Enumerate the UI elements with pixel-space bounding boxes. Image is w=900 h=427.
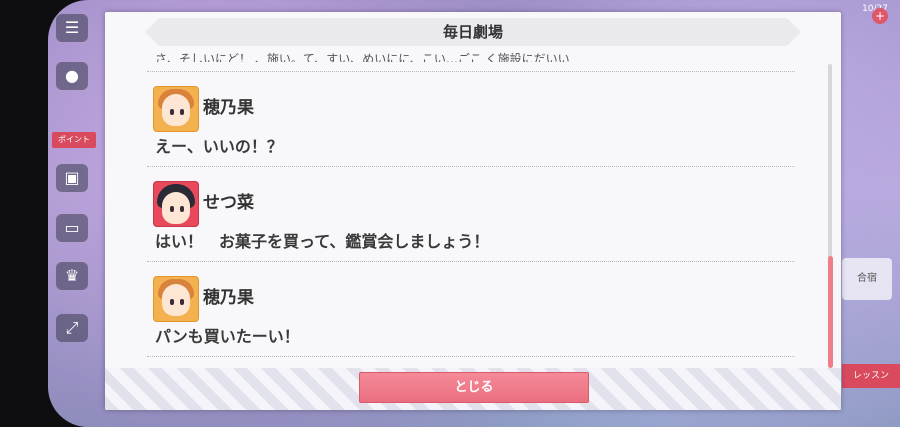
message-item: 穂乃果 えー、いいの！？ <box>147 86 795 178</box>
divider <box>147 166 795 167</box>
side-lesson-button[interactable]: レッスン <box>842 364 900 388</box>
dialog-title: 毎日劇場 <box>442 23 503 41</box>
avatar-setsuna <box>153 181 199 227</box>
avatar-honoka <box>153 86 199 132</box>
message-text: えー、いいの！？ <box>155 137 283 156</box>
trophy-icon[interactable]: ♛ <box>56 262 88 290</box>
close-button[interactable]: とじる <box>359 372 589 403</box>
cut-off-message: さ、そしいにど！ 、施い。て、すい、めいにに、こい…ごこ く施設にだいい <box>155 52 570 62</box>
side-card-camp[interactable]: 合宿 <box>842 258 892 300</box>
menu-icon[interactable]: ☰ <box>56 14 88 42</box>
divider <box>147 356 795 357</box>
dialog-title-bar: 毎日劇場 <box>145 18 801 46</box>
screen-icon[interactable]: ▭ <box>56 214 88 242</box>
message-log[interactable]: さ、そしいにど！ 、施い。て、すい、めいにに、こい…ごこ く施設にだいい 穂乃果… <box>147 48 797 370</box>
message-item: せつ菜 はい！ お菓子を買って、鑑賞会しましょう！ <box>147 181 795 273</box>
speaker-name: せつ菜 <box>203 193 254 213</box>
points-badge[interactable]: ポイント <box>52 132 96 148</box>
divider <box>147 71 795 72</box>
gift-icon[interactable]: ▣ <box>56 164 88 192</box>
chat-icon[interactable]: ● <box>56 62 88 90</box>
add-icon[interactable]: + <box>872 8 888 24</box>
daily-theater-dialog: 毎日劇場 さ、そしいにど！ 、施い。て、すい、めいにに、こい…ごこ く施設にだい… <box>105 12 841 410</box>
scrollbar-thumb[interactable] <box>828 256 833 368</box>
divider <box>147 261 795 262</box>
message-text: はい！ お菓子を買って、鑑賞会しましょう！ <box>155 232 490 251</box>
speaker-name: 穂乃果 <box>203 98 254 118</box>
left-menu-rail: ☰ ● ポイント ▣ ▭ ♛ ⤢ <box>52 0 96 427</box>
expand-icon[interactable]: ⤢ <box>56 314 88 342</box>
speaker-name: 穂乃果 <box>203 288 254 308</box>
message-text: パンも買いたーい！ <box>155 327 300 346</box>
avatar-honoka <box>153 276 199 322</box>
message-item: 穂乃果 パンも買いたーい！ <box>147 276 795 368</box>
